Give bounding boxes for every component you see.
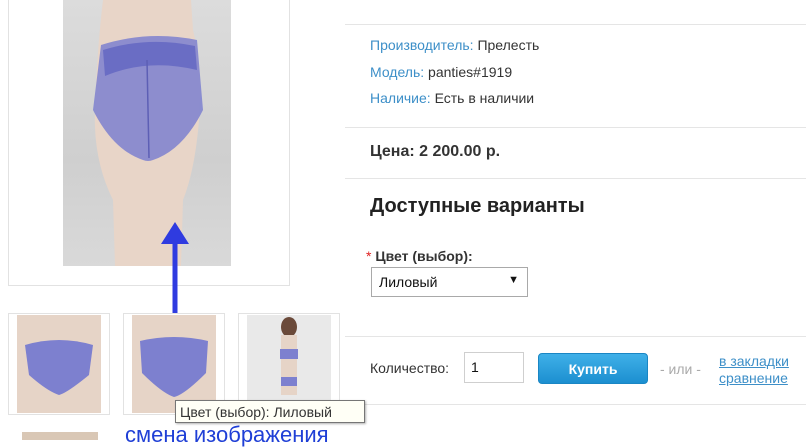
color-option-label: * Цвет (выбор): (366, 248, 473, 264)
quantity-label: Количество: (370, 360, 450, 376)
wishlist-links: в закладки сравнение (719, 353, 789, 387)
divider (345, 404, 806, 405)
thumbnail-1[interactable] (8, 313, 110, 415)
main-product-image[interactable] (63, 0, 231, 266)
color-select-value: Лиловый (379, 274, 438, 290)
availability-value: Есть в наличии (434, 90, 535, 106)
manufacturer-row: Производитель: Прелесть (370, 37, 539, 53)
color-select[interactable]: Лиловый ▼ (371, 267, 528, 297)
divider (345, 178, 806, 179)
availability-row: Наличие: Есть в наличии (370, 90, 534, 106)
model-value: panties#1919 (428, 64, 513, 80)
manufacturer-label[interactable]: Производитель: (370, 37, 474, 53)
annotation-caption: смена изображения (125, 422, 329, 447)
divider (345, 127, 806, 128)
model-row: Модель: panties#1919 (370, 64, 512, 80)
model-label: Модель: (370, 64, 425, 80)
color-label-text: Цвет (выбор): (375, 248, 473, 264)
chevron-down-icon: ▼ (508, 274, 519, 286)
thumbnail-4[interactable] (22, 432, 98, 440)
buy-button[interactable]: Купить (538, 353, 648, 384)
bookmark-link[interactable]: в закладки (719, 353, 789, 369)
product-price: Цена: 2 200.00 р. (370, 143, 501, 160)
tooltip: Цвет (выбор): Лиловый (175, 400, 365, 423)
or-separator: - или - (660, 361, 701, 377)
divider (345, 24, 806, 25)
quantity-value: 1 (471, 359, 479, 375)
divider (345, 336, 806, 337)
manufacturer-value[interactable]: Прелесть (477, 37, 539, 53)
availability-label: Наличие: (370, 90, 431, 106)
quantity-input[interactable]: 1 (464, 352, 524, 383)
required-mark: * (366, 248, 372, 264)
options-title: Доступные варианты (370, 195, 585, 217)
compare-link[interactable]: сравнение (719, 370, 788, 386)
